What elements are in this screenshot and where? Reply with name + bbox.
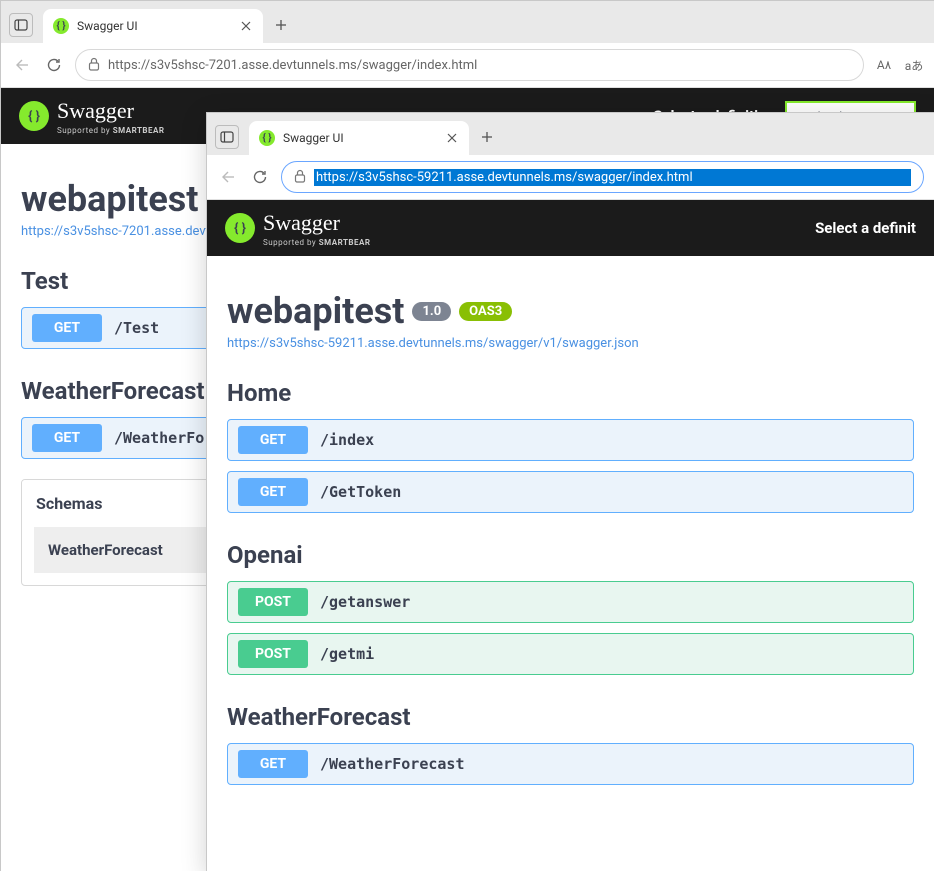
swagger-mark-icon: { } [225,213,255,243]
url-field[interactable]: https://s3v5shsc-7201.asse.devtunnels.ms… [75,49,864,81]
url-text: https://s3v5shsc-7201.asse.devtunnels.ms… [108,58,851,73]
op-index-get[interactable]: GET /index [227,419,914,461]
browser-tab[interactable]: { } Swagger UI [43,9,263,43]
method-badge: GET [32,314,102,342]
lock-icon [88,57,100,74]
section-weatherforecast[interactable]: WeatherForecast [227,703,914,731]
lock-icon [294,169,306,186]
tab-strip: { } Swagger UI [1,1,934,43]
swagger-logo: { } Swagger Supported by SMARTBEAR [19,98,165,135]
op-gettoken-get[interactable]: GET /GetToken [227,471,914,513]
translate-icon[interactable]: aあ [904,57,924,74]
swagger-logo: { } Swagger Supported by SMARTBEAR [225,210,371,247]
swagger-header: { } Swagger Supported by SMARTBEAR Selec… [207,200,934,256]
op-path: /getanswer [320,593,410,611]
back-icon[interactable] [11,54,33,76]
op-path: /getmi [320,645,374,663]
new-tab-button[interactable] [267,11,295,39]
method-badge: GET [238,478,308,506]
address-bar: https://s3v5shsc-59211.asse.devtunnels.m… [207,155,934,200]
close-tab-icon[interactable] [239,19,253,33]
swagger-sub: Supported by SMARTBEAR [263,238,371,247]
op-weatherforecast-get[interactable]: GET /WeatherForecast [227,743,914,785]
method-badge: GET [238,426,308,454]
swagger-word: Swagger [57,98,134,123]
select-definition: Select a definit [815,219,916,237]
oas-badge: OAS3 [459,302,512,321]
op-getmi-post[interactable]: POST /getmi [227,633,914,675]
section-home[interactable]: Home [227,379,914,407]
op-path: /index [320,431,374,449]
api-spec-link[interactable]: https://s3v5shsc-59211.asse.devtunnels.m… [227,336,914,351]
swagger-sub: Supported by SMARTBEAR [57,126,165,135]
url-field[interactable]: https://s3v5shsc-59211.asse.devtunnels.m… [281,161,924,193]
tab-title: Swagger UI [283,131,437,145]
section-openai[interactable]: Openai [227,541,914,569]
url-text: https://s3v5shsc-59211.asse.devtunnels.m… [314,169,911,186]
tab-actions-icon[interactable] [9,13,33,37]
api-title: webapitest [21,178,198,220]
swagger-mark-icon: { } [19,101,49,131]
swagger-favicon: { } [53,18,69,34]
browser-tab[interactable]: { } Swagger UI [249,121,469,155]
version-badge: 1.0 [412,302,451,321]
op-path: /Test [114,319,159,337]
refresh-icon[interactable] [249,166,271,188]
swagger-favicon: { } [259,130,275,146]
api-title: webapitest [227,290,404,332]
refresh-icon[interactable] [43,54,65,76]
back-icon[interactable] [217,166,239,188]
browser-window-b: { } Swagger UI https://s3v5shsc-5 [206,112,934,871]
method-badge: GET [32,424,102,452]
swagger-word: Swagger [263,210,340,235]
op-getanswer-post[interactable]: POST /getanswer [227,581,914,623]
address-bar: https://s3v5shsc-7201.asse.devtunnels.ms… [1,43,934,88]
method-badge: POST [238,588,308,616]
reading-mode-icon[interactable]: A٨ [874,58,894,72]
select-definition-label: Select a definit [815,219,916,237]
op-path: /GetToken [320,483,401,501]
swagger-content: webapitest 1.0 OAS3 https://s3v5shsc-592… [207,256,934,815]
close-tab-icon[interactable] [445,131,459,145]
tab-actions-icon[interactable] [215,125,239,149]
tab-title: Swagger UI [77,19,231,33]
tab-strip: { } Swagger UI [207,113,934,155]
new-tab-button[interactable] [473,123,501,151]
method-badge: GET [238,750,308,778]
method-badge: POST [238,640,308,668]
op-path: /WeatherForecast [320,755,465,773]
